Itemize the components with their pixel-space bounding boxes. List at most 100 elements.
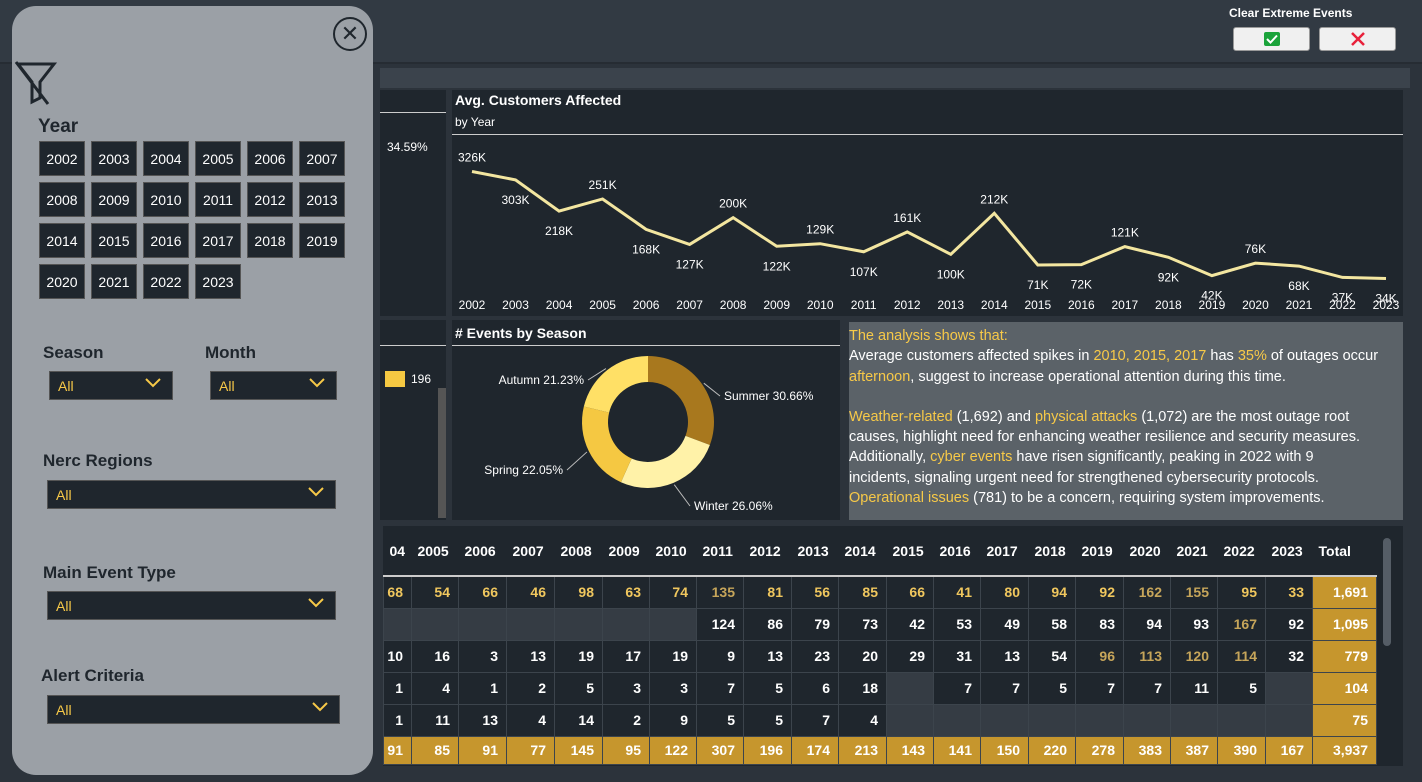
year-button-2012[interactable]: 2012	[247, 182, 293, 217]
nerc-regions-dropdown[interactable]: All	[47, 480, 336, 509]
table-cell: 85	[838, 575, 887, 609]
month-dropdown[interactable]: All	[210, 371, 337, 400]
table-cell: 85	[411, 735, 459, 765]
year-button-2007[interactable]: 2007	[299, 141, 345, 176]
table-cell: 3,937	[1312, 735, 1377, 765]
year-button-2004[interactable]: 2004	[143, 141, 189, 176]
table-cell: 33	[1265, 575, 1313, 609]
table-cell: 141	[933, 735, 981, 765]
table-cell: 68	[383, 575, 412, 609]
column-header[interactable]: 2012	[743, 526, 792, 577]
donut-slice	[583, 356, 648, 413]
table-cell: 58	[1028, 607, 1076, 641]
column-header[interactable]: 2018	[1028, 526, 1076, 577]
column-header[interactable]: 2014	[838, 526, 887, 577]
confirm-button[interactable]	[1233, 27, 1310, 51]
leader-line	[673, 484, 691, 507]
filter-sidebar: ✕ Year 2002 2003 2004 2005 2006 2007 2008 2009 2…	[12, 6, 373, 775]
column-header[interactable]: 2023	[1265, 526, 1313, 577]
table-cell	[1075, 703, 1124, 737]
data-label: 161K	[893, 211, 921, 225]
data-label: 100K	[937, 267, 965, 281]
column-header[interactable]: 2006	[458, 526, 507, 577]
column-header[interactable]: 2015	[886, 526, 934, 577]
year-button-2017[interactable]: 2017	[195, 223, 241, 258]
table-cell	[1217, 703, 1266, 737]
column-header[interactable]: 2017	[980, 526, 1029, 577]
table-cell: 66	[886, 575, 934, 609]
table-cell: 278	[1075, 735, 1124, 765]
year-button-2023[interactable]: 2023	[195, 264, 241, 299]
matrix-scrollbar[interactable]	[1383, 538, 1391, 646]
cancel-button[interactable]	[1319, 27, 1396, 51]
table-cell: 79	[791, 607, 839, 641]
clear-extreme-events-label: Clear Extreme Events	[1229, 6, 1353, 20]
year-button-2008[interactable]: 2008	[39, 182, 85, 217]
table-cell	[1028, 703, 1076, 737]
year-button-2006[interactable]: 2006	[247, 141, 293, 176]
column-header[interactable]: 2019	[1075, 526, 1124, 577]
data-label: 76K	[1245, 242, 1266, 256]
x-tick-label: 2021	[1286, 298, 1313, 312]
main-event-type-dropdown[interactable]: All	[47, 591, 336, 620]
column-header[interactable]: 2009	[602, 526, 650, 577]
table-cell: 92	[1265, 607, 1313, 641]
column-header[interactable]: 04	[383, 526, 412, 577]
close-icon[interactable]: ✕	[333, 17, 367, 51]
column-header[interactable]: 2020	[1123, 526, 1171, 577]
scrollbar[interactable]	[438, 388, 446, 518]
year-button-2016[interactable]: 2016	[143, 223, 189, 258]
column-header[interactable]: 2007	[506, 526, 555, 577]
alert-criteria-label: Alert Criteria	[41, 666, 144, 685]
left-season-panel: 196	[380, 320, 446, 520]
x-tick-label: 2008	[720, 298, 747, 312]
year-button-2010[interactable]: 2010	[143, 182, 189, 217]
table-cell	[886, 703, 934, 737]
x-tick-label: 2010	[807, 298, 834, 312]
column-header[interactable]: 2013	[791, 526, 839, 577]
year-button-2022[interactable]: 2022	[143, 264, 189, 299]
line-chart-subtitle: by Year	[455, 115, 496, 129]
year-button-2005[interactable]: 2005	[195, 141, 241, 176]
table-cell: 11	[1170, 671, 1218, 705]
table-cell: 41	[933, 575, 981, 609]
table-cell: 94	[1028, 575, 1076, 609]
column-header[interactable]: 2010	[649, 526, 697, 577]
slice-label: Spring 22.05%	[484, 463, 563, 477]
clear-filter-icon[interactable]	[14, 58, 58, 106]
year-button-2020[interactable]: 2020	[39, 264, 85, 299]
column-header[interactable]: 2022	[1217, 526, 1266, 577]
year-button-2013[interactable]: 2013	[299, 182, 345, 217]
x-tick-label: 2004	[546, 298, 573, 312]
column-header[interactable]: 2005	[411, 526, 459, 577]
year-button-2015[interactable]: 2015	[91, 223, 137, 258]
x-icon	[1350, 32, 1365, 46]
table-cell: 17	[602, 639, 650, 673]
table-cell: 54	[1028, 639, 1076, 673]
table-cell: 7	[1123, 671, 1171, 705]
analysis-line: Average customers affected spikes in 201…	[849, 348, 1379, 365]
month-label: Month	[205, 343, 256, 362]
column-header[interactable]: 2008	[554, 526, 603, 577]
column-header[interactable]: 2016	[933, 526, 981, 577]
year-button-2011[interactable]: 2011	[195, 182, 241, 217]
alert-criteria-dropdown[interactable]: All	[47, 695, 340, 724]
check-icon	[1263, 32, 1280, 46]
analysis-line: afternoon, suggest to increase operation…	[849, 368, 1286, 385]
table-cell: 779	[1312, 639, 1377, 673]
table-cell	[1265, 703, 1313, 737]
column-header[interactable]: Total	[1312, 526, 1377, 577]
year-button-2018[interactable]: 2018	[247, 223, 293, 258]
data-label: 326K	[458, 150, 486, 164]
year-button-2002[interactable]: 2002	[39, 141, 85, 176]
season-dropdown[interactable]: All	[49, 371, 173, 400]
column-header[interactable]: 2011	[696, 526, 744, 577]
year-button-2009[interactable]: 2009	[91, 182, 137, 217]
column-header[interactable]: 2021	[1170, 526, 1218, 577]
year-button-2019[interactable]: 2019	[299, 223, 345, 258]
year-button-2003[interactable]: 2003	[91, 141, 137, 176]
slice-label: Autumn 21.23%	[499, 373, 585, 387]
table-cell: 4	[411, 671, 459, 705]
year-button-2021[interactable]: 2021	[91, 264, 137, 299]
year-button-2014[interactable]: 2014	[39, 223, 85, 258]
